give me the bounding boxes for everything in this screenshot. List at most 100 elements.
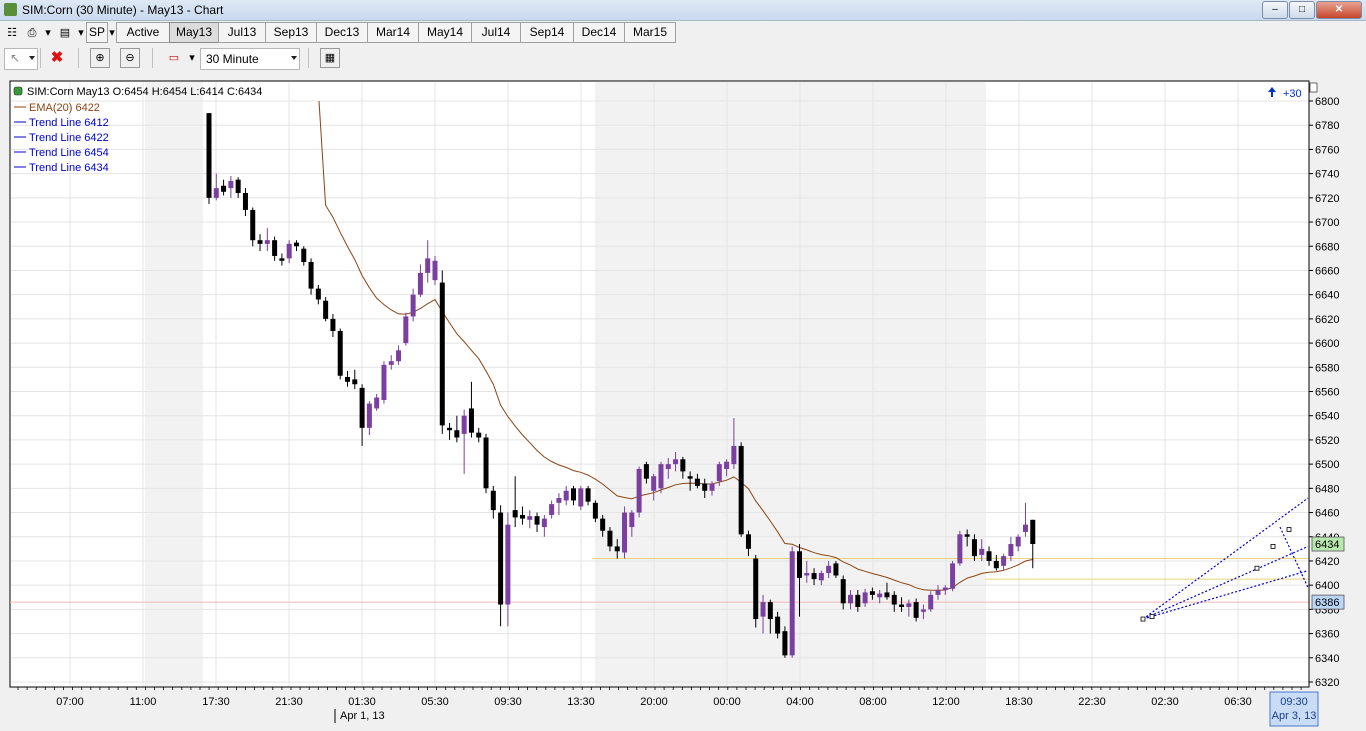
- delete-icon[interactable]: ✖: [47, 48, 67, 68]
- tab-jul14[interactable]: Jul14: [471, 22, 521, 43]
- tab-dec13[interactable]: Dec13: [316, 22, 368, 43]
- candle-body[interactable]: [782, 631, 788, 656]
- candle-body[interactable]: [556, 498, 562, 503]
- tab-dec14[interactable]: Dec14: [573, 22, 625, 43]
- zoom-in-icon[interactable]: ⊕: [90, 48, 110, 68]
- candle-body[interactable]: [928, 594, 934, 610]
- candle-body[interactable]: [352, 379, 358, 385]
- candle-body[interactable]: [279, 258, 285, 261]
- candle-body[interactable]: [250, 209, 256, 241]
- candle-body[interactable]: [505, 524, 511, 605]
- candle-body[interactable]: [432, 260, 438, 281]
- legend-item[interactable]: Trend Line 6412: [29, 117, 109, 129]
- candle-body[interactable]: [476, 432, 482, 438]
- candle-body[interactable]: [665, 464, 671, 469]
- candle-body[interactable]: [964, 534, 970, 537]
- candle-body[interactable]: [796, 551, 802, 578]
- candle-body[interactable]: [680, 459, 686, 472]
- candle-body[interactable]: [585, 488, 591, 502]
- candle-body[interactable]: [899, 604, 905, 607]
- candle-body[interactable]: [986, 551, 992, 561]
- candle-body[interactable]: [242, 192, 248, 210]
- candle-body[interactable]: [862, 592, 868, 604]
- zoom-out-icon[interactable]: ⊖: [120, 48, 140, 68]
- candle-body[interactable]: [957, 534, 963, 564]
- chevron-down-icon[interactable]: ▾: [42, 23, 54, 43]
- tab-sep14[interactable]: Sep14: [520, 22, 574, 43]
- candle-body[interactable]: [993, 560, 999, 569]
- candle-body[interactable]: [498, 512, 504, 605]
- anchor-handle[interactable]: [1270, 544, 1276, 549]
- legend-item[interactable]: Trend Line 6454: [29, 147, 109, 159]
- candle-body[interactable]: [374, 397, 380, 409]
- candle-body[interactable]: [425, 258, 431, 273]
- candle-body[interactable]: [447, 427, 453, 431]
- candle-body[interactable]: [541, 518, 547, 528]
- candle-body[interactable]: [826, 565, 832, 574]
- candle-body[interactable]: [257, 240, 263, 244]
- candle-body[interactable]: [315, 288, 321, 300]
- candle-body[interactable]: [1030, 519, 1036, 545]
- candle-body[interactable]: [629, 512, 635, 528]
- candle-body[interactable]: [811, 573, 817, 580]
- chart-style-icon[interactable]: ▤: [55, 23, 75, 43]
- candle-body[interactable]: [235, 179, 241, 193]
- tab-mar14[interactable]: Mar14: [367, 22, 419, 43]
- candle-body[interactable]: [330, 318, 336, 331]
- candle-body[interactable]: [942, 587, 948, 591]
- candle-body[interactable]: [439, 282, 445, 426]
- properties-icon[interactable]: ▦: [320, 48, 340, 68]
- candle-body[interactable]: [694, 478, 700, 486]
- candle-body[interactable]: [920, 609, 926, 612]
- candle-body[interactable]: [381, 364, 387, 400]
- candlestick-icon[interactable]: ▭: [164, 48, 184, 68]
- candle-body[interactable]: [804, 573, 810, 576]
- candle-body[interactable]: [1015, 536, 1021, 547]
- tab-active[interactable]: Active: [116, 22, 170, 43]
- candle-body[interactable]: [971, 539, 977, 557]
- candle-body[interactable]: [731, 445, 737, 465]
- minimize-button[interactable]: –: [1262, 1, 1288, 19]
- candle-body[interactable]: [702, 483, 708, 491]
- candle-body[interactable]: [410, 294, 416, 317]
- candlestick-chart[interactable]: 6320634063606380640064206440646064806500…: [0, 73, 1366, 728]
- candle-body[interactable]: [571, 488, 576, 501]
- candle-body[interactable]: [221, 185, 227, 192]
- candle-body[interactable]: [636, 468, 642, 513]
- legend-item[interactable]: Trend Line 6422: [29, 132, 109, 144]
- candle-body[interactable]: [293, 242, 299, 247]
- candle-body[interactable]: [906, 603, 912, 607]
- candle-body[interactable]: [549, 504, 555, 515]
- candle-body[interactable]: [417, 272, 423, 295]
- chevron-down-icon[interactable]: ▾: [186, 48, 198, 68]
- candle-body[interactable]: [950, 563, 956, 589]
- candle-body[interactable]: [935, 590, 941, 595]
- candle-body[interactable]: [877, 593, 883, 598]
- candle-body[interactable]: [483, 437, 489, 489]
- candle-body[interactable]: [884, 592, 890, 598]
- tab-may14[interactable]: May14: [418, 22, 472, 43]
- candle-body[interactable]: [323, 300, 329, 319]
- candle-body[interactable]: [651, 476, 657, 491]
- anchor-handle[interactable]: [1140, 616, 1146, 622]
- candle-body[interactable]: [658, 464, 664, 489]
- candle-body[interactable]: [578, 488, 584, 507]
- candle-body[interactable]: [286, 243, 292, 259]
- candle-body[interactable]: [519, 514, 525, 519]
- candle-body[interactable]: [716, 464, 722, 482]
- candle-body[interactable]: [534, 516, 540, 525]
- candle-body[interactable]: [563, 490, 569, 501]
- candle-body[interactable]: [213, 188, 219, 198]
- candle-body[interactable]: [709, 483, 715, 491]
- candle-body[interactable]: [301, 248, 307, 262]
- anchor-handle[interactable]: [1149, 614, 1155, 620]
- candle-body[interactable]: [622, 512, 628, 553]
- candle-body[interactable]: [359, 387, 365, 428]
- candle-body[interactable]: [979, 548, 985, 555]
- legend-item[interactable]: Trend Line 6434: [29, 162, 109, 174]
- tab-may13[interactable]: May13: [169, 22, 219, 43]
- candle-body[interactable]: [1008, 544, 1014, 557]
- candle-body[interactable]: [228, 180, 234, 189]
- candle-body[interactable]: [468, 408, 474, 433]
- candle-body[interactable]: [745, 534, 751, 549]
